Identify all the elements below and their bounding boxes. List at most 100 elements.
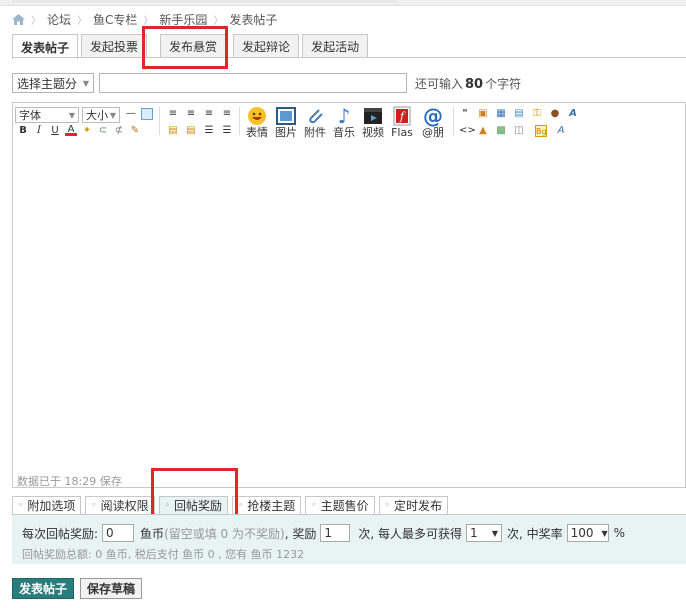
flash-button[interactable]: f Flas: [388, 105, 416, 141]
remaining-chars-count: 80: [465, 76, 484, 92]
highlight-box-bounty-tab: [142, 26, 228, 69]
hide-content-icon[interactable]: ▲: [477, 125, 489, 137]
font-family-select[interactable]: 字体 ▼: [15, 107, 79, 123]
save-draft-button[interactable]: 保存草稿: [80, 578, 143, 599]
image-button[interactable]: 图片: [272, 105, 300, 141]
topic-type-select-value: 选择主题分: [17, 76, 78, 91]
chevron-down-icon: ▼: [601, 528, 608, 538]
music-button[interactable]: ♪ 音乐: [330, 104, 358, 141]
max-per-user-select[interactable]: 1 ▼: [465, 524, 502, 542]
float-right-icon[interactable]: ▤: [185, 125, 197, 137]
tab-thread-price[interactable]: ◦ 主题售价: [305, 496, 375, 514]
text-style-icon[interactable]: A: [567, 108, 579, 120]
coin-icon[interactable]: ●: [549, 108, 561, 120]
tab-scheduled-publish[interactable]: ◦ 定时发布: [378, 496, 448, 514]
remaining-chars-text: 还可输入 80 个字符: [415, 76, 522, 92]
form-actions: 发表帖子 保存草稿: [12, 578, 143, 599]
clapperboard-icon: [362, 105, 384, 127]
video-button[interactable]: 视频: [359, 105, 387, 141]
font-size-up-icon[interactable]: A: [555, 125, 567, 137]
tab-extra-options[interactable]: ◦ 附加选项: [12, 496, 82, 514]
reply-reward-panel: 每次回帖奖励: 0 鱼币 (留空或填 0 为不奖励) , 奖励 1 次, 每人最多…: [12, 514, 686, 564]
unordered-list-icon[interactable]: ☰: [221, 125, 233, 137]
reward-times-input[interactable]: 1: [320, 524, 351, 542]
subject-row: 选择主题分 ▼ 还可输入 80 个字符: [12, 73, 521, 93]
horizontal-rule-icon[interactable]: —: [125, 108, 137, 120]
lock-icon[interactable]: ▣: [477, 108, 489, 120]
flash-icon: f: [391, 105, 413, 127]
quote-icon[interactable]: ": [459, 108, 471, 120]
tabs-divider: [12, 57, 686, 58]
underline-icon[interactable]: U: [49, 125, 61, 137]
chevron-down-icon: ▼: [491, 528, 498, 538]
mention-button[interactable]: @ @朋: [419, 104, 447, 141]
home-icon[interactable]: [12, 13, 25, 25]
align-right-icon[interactable]: ≡: [203, 108, 215, 120]
tab-activity[interactable]: 发起活动: [302, 34, 369, 58]
bold-icon[interactable]: B: [17, 125, 29, 137]
align-left-icon[interactable]: ≡: [167, 108, 179, 120]
align-justify-icon[interactable]: ≡: [221, 108, 233, 120]
reward-per-reply-input[interactable]: 0: [102, 524, 135, 542]
tab-floor-grab[interactable]: ◦ 抢楼主题: [231, 496, 302, 514]
smiley-icon: [246, 105, 268, 127]
breadcrumb-item-forum[interactable]: 论坛: [47, 11, 71, 28]
editor-content-area[interactable]: [13, 141, 685, 471]
breadcrumb-item-current: 发表帖子: [229, 12, 278, 27]
reward-total-summary: 回帖奖励总额: 0 鱼币, 税后支付 鱼币 0 , 您有 鱼币 1232: [22, 548, 305, 561]
breadcrumb-separator-icon: 〉: [213, 15, 224, 27]
reward-hint: (留空或填 0 为不奖励): [164, 526, 285, 541]
breadcrumb-separator-icon: 〉: [143, 15, 154, 27]
font-size-select[interactable]: 大小 ▼: [82, 107, 120, 123]
emoji-button[interactable]: 表情: [243, 105, 271, 141]
link-icon[interactable]: ⊂: [97, 125, 109, 137]
subject-input[interactable]: [99, 73, 407, 93]
unlink-icon[interactable]: ⊄: [113, 125, 125, 137]
bullet-icon: ◦: [311, 500, 317, 511]
tab-poll[interactable]: 发起投票: [81, 34, 148, 58]
gallery-icon[interactable]: ▩: [495, 125, 507, 137]
breadcrumb-separator-icon: 〉: [77, 15, 88, 27]
toolbar-separator: [159, 107, 160, 135]
music-note-icon: ♪: [337, 104, 351, 128]
tab-debate[interactable]: 发起辩论: [233, 34, 300, 58]
italic-icon[interactable]: I: [33, 125, 45, 137]
tab-read-permission[interactable]: ◦ 阅读权限: [85, 496, 155, 514]
topic-type-select[interactable]: 选择主题分 ▼: [12, 73, 94, 93]
reward-settings-row: 每次回帖奖励: 0 鱼币 (留空或填 0 为不奖励) , 奖励 1 次, 每人最多…: [22, 524, 626, 542]
editor-toolbar: 字体 ▼ 大小 ▼ — B I U A ✦ ⊂ ⊄ ✎ ≡ ≡ ≡ ≡ ▤ ▤ ☰ …: [13, 103, 685, 141]
at-sign-icon: @: [423, 104, 443, 128]
bullet-icon: ◦: [91, 500, 97, 511]
autosave-status: 数据已于 18:29 保存: [17, 475, 122, 488]
bullet-icon: ◦: [384, 500, 390, 511]
magic-wand-icon[interactable]: ✦: [81, 125, 93, 137]
align-center-icon[interactable]: ≡: [185, 108, 197, 120]
toolbar-separator: [453, 107, 454, 135]
code-icon[interactable]: <>: [459, 125, 476, 137]
ordered-list-icon[interactable]: ☰: [203, 125, 215, 137]
breadcrumb-item-column[interactable]: 鱼C专栏: [93, 11, 137, 28]
chevron-down-icon: ▼: [82, 78, 89, 88]
bullet-icon: ◦: [237, 500, 244, 511]
paperclip-icon: [304, 105, 326, 127]
font-color-icon[interactable]: A: [65, 124, 77, 136]
background-color-icon[interactable]: [141, 108, 153, 120]
submit-post-button[interactable]: 发表帖子: [12, 578, 75, 599]
highlight-box-reply-reward-tab: [151, 468, 238, 519]
table-icon[interactable]: ▦: [495, 108, 507, 120]
image-icon: [275, 105, 297, 127]
bullet-icon: ◦: [18, 500, 24, 511]
win-rate-select[interactable]: 100 ▼: [566, 524, 609, 542]
clear-format-icon[interactable]: ✎: [129, 125, 141, 137]
key-icon[interactable]: ⚿: [531, 108, 543, 120]
breadcrumb-separator-icon: 〉: [31, 15, 41, 27]
tab-new-post[interactable]: 发表帖子: [12, 34, 79, 59]
float-left-icon[interactable]: ▤: [167, 125, 179, 137]
background-icon[interactable]: Bg: [535, 125, 547, 137]
breadcrumb-item-board[interactable]: 新手乐园: [159, 11, 207, 28]
attachment-button[interactable]: 附件: [301, 105, 329, 141]
toolbar-separator: [239, 107, 240, 135]
paste-icon[interactable]: ◫: [513, 125, 525, 137]
list-box-icon[interactable]: ▤: [513, 108, 525, 120]
top-bar-strip: [12, 0, 398, 3]
